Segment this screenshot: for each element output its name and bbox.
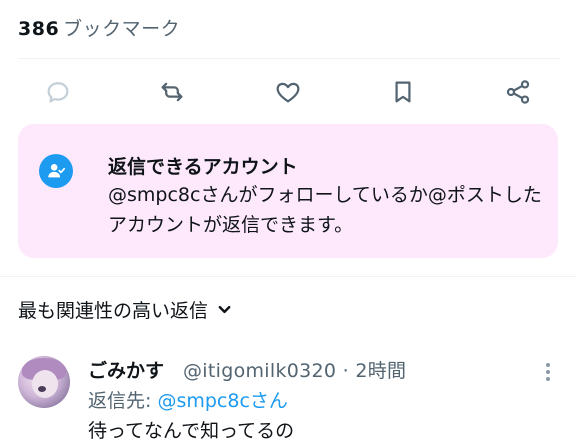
bookmark-icon	[395, 81, 411, 103]
notice-title: 返信できるアカウント	[108, 156, 298, 178]
replying-to-mention[interactable]: @smpc8cさん	[157, 390, 287, 412]
replying-to: 返信先: @smpc8cさん	[88, 386, 288, 413]
divider-top	[18, 58, 560, 59]
chevron-down-icon	[218, 305, 231, 314]
reply-restriction-notice: 返信できるアカウント @smpc8cさんがフォローしているか@ポストしたアカウン…	[18, 124, 558, 258]
avatar[interactable]	[18, 356, 70, 408]
reply-icon	[47, 82, 69, 103]
reply-item[interactable]: ごみかす @itigomilk0320 · 2時間 返信先: @smpc8cさん…	[0, 350, 576, 442]
user-check-icon	[39, 154, 73, 188]
reply-author-name[interactable]: ごみかす	[88, 356, 164, 383]
divider-middle	[0, 276, 576, 277]
heart-icon	[276, 82, 300, 103]
reply-sort-dropdown[interactable]: 最も関連性の高い返信	[18, 296, 232, 323]
bookmark-label: ブックマーク	[63, 18, 181, 40]
repost-button[interactable]	[152, 72, 192, 112]
bookmark-stat[interactable]: 386 ブックマーク	[18, 14, 180, 41]
reply-button[interactable]	[38, 72, 78, 112]
bookmark-count: 386	[18, 18, 60, 40]
share-button[interactable]	[498, 72, 538, 112]
post-action-bar	[0, 72, 576, 112]
replying-to-label: 返信先:	[88, 390, 158, 412]
repost-icon	[161, 82, 183, 102]
share-icon	[506, 80, 530, 104]
notice-body: @smpc8cさんがフォローしているか@ポストしたアカウントが返信できます。	[108, 184, 542, 236]
more-options-icon[interactable]	[540, 360, 556, 384]
like-button[interactable]	[268, 72, 308, 112]
bookmark-button[interactable]	[383, 72, 423, 112]
reply-author-handle: @itigomilk0320 · 2時間	[183, 360, 407, 382]
reply-sort-label: 最も関連性の高い返信	[18, 300, 209, 322]
